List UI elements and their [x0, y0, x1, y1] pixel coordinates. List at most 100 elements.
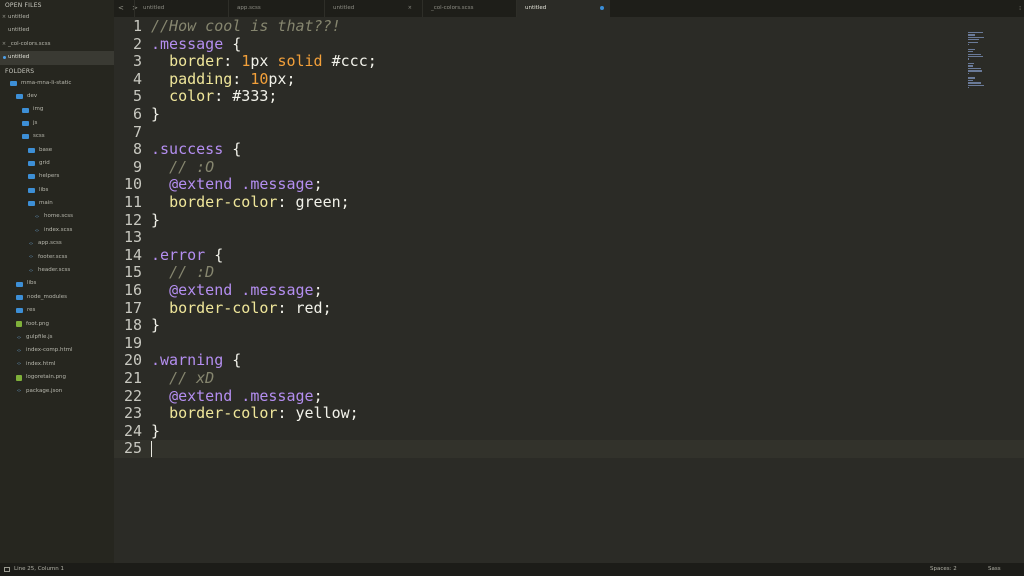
code-token: {: [223, 34, 242, 53]
tree-item[interactable]: main: [0, 197, 114, 210]
code-file-icon: ‹›: [29, 240, 33, 247]
code-file-icon: ‹›: [17, 361, 21, 368]
tree-item[interactable]: img: [0, 103, 114, 116]
editor-tab[interactable]: _col-colors.scss: [422, 0, 516, 17]
folder-icon: [16, 281, 23, 287]
code-line[interactable]: @extend .message;: [151, 176, 323, 194]
tree-item[interactable]: js: [0, 117, 114, 130]
close-icon[interactable]: ×: [0, 11, 8, 24]
tab-menu-icon[interactable]: ⁝: [1019, 0, 1021, 17]
code-line[interactable]: // :O: [151, 158, 214, 177]
code-line[interactable]: }: [151, 316, 160, 335]
code-editor[interactable]: 1 2 3 4 5 6 7 8 9 10 11 12 13 14 15 16 17 18 19 20 21 22 23 24 2…: [114, 17, 1024, 563]
code-line[interactable]: .warning {: [151, 352, 241, 370]
line-number: 13: [123, 228, 142, 247]
open-file-item[interactable]: untitled: [0, 24, 114, 37]
open-file-label: untitled: [8, 14, 30, 20]
code-line[interactable]: border-color: red;: [151, 298, 332, 318]
tree-item[interactable]: ‹› app.scss: [0, 237, 114, 250]
code-line[interactable]: .error {: [151, 246, 223, 265]
tree-item[interactable]: dev: [0, 90, 114, 103]
editor-tab[interactable]: untitled: [134, 0, 228, 17]
open-file-item[interactable]: × _col-colors.scss: [0, 38, 114, 51]
editor-tab[interactable]: untitled: [516, 0, 610, 17]
minimap-line: [968, 70, 982, 72]
code-line[interactable]: }: [151, 105, 160, 124]
code-token: :: [232, 69, 251, 88]
folder-icon: [22, 107, 29, 113]
tree-item-label: gulpfile.js: [26, 333, 53, 340]
minimap[interactable]: [968, 32, 984, 92]
code-line[interactable]: .message {: [151, 34, 242, 54]
line-number: 5: [132, 87, 142, 106]
line-number: 15: [123, 263, 142, 282]
tree-item[interactable]: base: [0, 144, 114, 157]
code-token: : green;: [277, 193, 350, 211]
tree-item[interactable]: foot.png: [0, 318, 114, 331]
code-line[interactable]: @extend .message;: [151, 281, 323, 300]
open-file-item[interactable]: untitled: [0, 51, 114, 65]
code-token: : red;: [277, 298, 332, 317]
tab-label: app.scss: [237, 5, 261, 11]
code-line[interactable]: border-color: green;: [151, 193, 350, 212]
code-file-icon: ‹›: [17, 348, 21, 355]
close-icon[interactable]: ×: [0, 38, 8, 51]
code-line[interactable]: color: #333;: [151, 88, 277, 106]
tree-item[interactable]: libs: [0, 184, 114, 197]
tree-item[interactable]: ‹› footer.scss: [0, 251, 114, 264]
code-line[interactable]: border: 1px solid #ccc;: [151, 52, 377, 71]
minimap-line: [968, 67, 982, 70]
code-line[interactable]: // :D: [151, 264, 214, 282]
tree-item[interactable]: helpers: [0, 170, 114, 183]
code-line[interactable]: // xD: [151, 369, 215, 388]
tree-item[interactable]: ‹› index.scss: [0, 224, 114, 237]
tree-item[interactable]: ‹› gulpfile.js: [0, 331, 114, 344]
tree-item[interactable]: ‹› package.json: [0, 385, 114, 398]
indentation-setting[interactable]: Spaces: 2: [930, 563, 957, 576]
tree-item[interactable]: res: [0, 304, 114, 317]
editor-tab[interactable]: app.scss: [228, 0, 322, 17]
text-cursor: [151, 441, 152, 458]
code-line[interactable]: }: [151, 211, 160, 230]
code-token: ;: [313, 281, 323, 299]
tree-item[interactable]: logoretain.png: [0, 371, 114, 384]
tree-item[interactable]: grid: [0, 157, 114, 170]
tree-item[interactable]: mma-mna-li-static: [0, 77, 114, 90]
code-token: 10: [250, 69, 269, 88]
close-icon[interactable]: ×: [408, 0, 412, 17]
tree-item-label: app.scss: [38, 240, 62, 247]
minimap-line: [968, 63, 974, 65]
tree-item-label: main: [39, 200, 53, 207]
code-token: // xD: [169, 369, 215, 387]
code-line[interactable]: //How cool is that??!: [151, 17, 341, 36]
code-file-icon: ‹›: [17, 334, 21, 341]
code-line[interactable]: padding: 10px;: [151, 69, 295, 89]
line-number: 16: [123, 281, 142, 299]
tree-item[interactable]: ‹› header.scss: [0, 264, 114, 277]
editor-tab[interactable]: untitled ×: [324, 0, 418, 17]
tree-item[interactable]: ‹› index.html: [0, 358, 114, 371]
code-line[interactable]: }: [151, 422, 160, 441]
folder-icon: [16, 295, 23, 300]
line-number: 6: [132, 105, 142, 123]
tree-item[interactable]: libs: [0, 277, 114, 290]
code-token: border-color: [169, 193, 278, 211]
open-file-item[interactable]: × untitled: [0, 11, 114, 24]
code-line[interactable]: border-color: yellow;: [151, 404, 359, 423]
code-line[interactable]: @extend .message;: [151, 387, 323, 406]
tree-item[interactable]: node_modules: [0, 291, 114, 304]
tree-item[interactable]: scss: [0, 130, 114, 143]
minimap-line: [968, 48, 975, 51]
panel-toggle-icon[interactable]: [4, 567, 10, 572]
tree-item[interactable]: ‹› home.scss: [0, 210, 114, 223]
unsaved-dot-icon: [600, 6, 604, 10]
line-number: 24: [123, 421, 142, 440]
tree-item[interactable]: ‹› index-comp.html: [0, 344, 114, 357]
tab-label: _col-colors.scss: [431, 5, 474, 11]
syntax-setting[interactable]: Sass: [988, 563, 1001, 576]
code-line[interactable]: .success {: [151, 140, 241, 159]
code-token: .message: [232, 175, 314, 194]
code-token: 1: [241, 52, 251, 71]
